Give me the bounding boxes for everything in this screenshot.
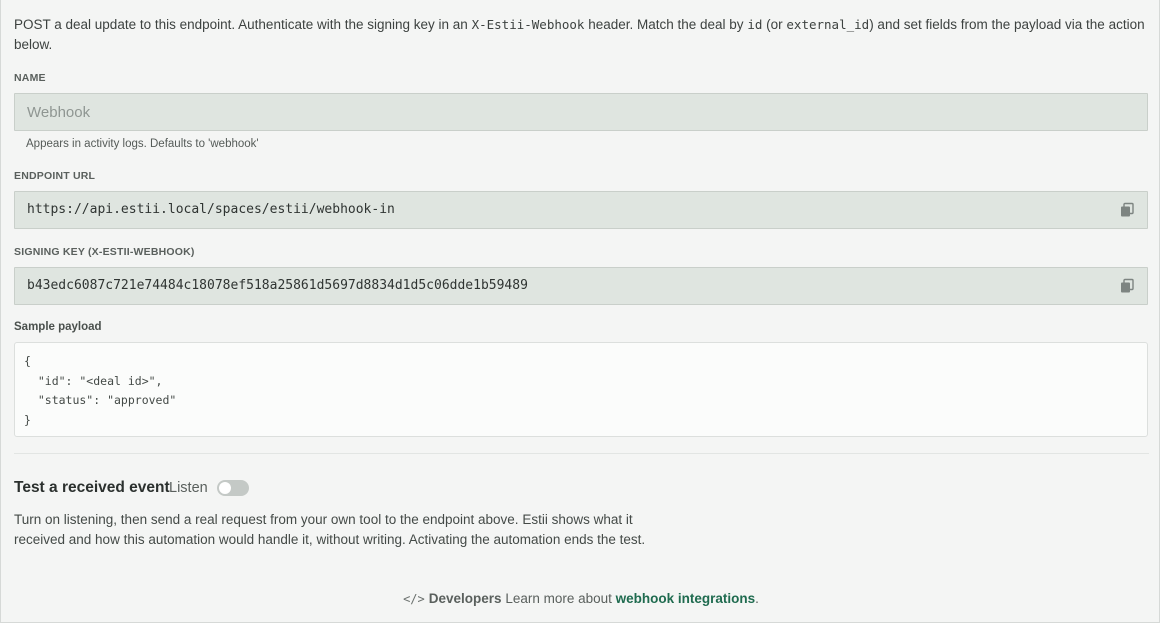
code-icon: </> xyxy=(403,592,425,606)
name-field xyxy=(14,93,1148,131)
endpoint-url-field[interactable]: https://api.estii.local/spaces/estii/web… xyxy=(14,191,1148,229)
developers-footer: </> Developers Learn more about webhook i… xyxy=(1,591,1160,606)
endpoint-url-value: https://api.estii.local/spaces/estii/web… xyxy=(27,202,395,217)
developers-label: Developers xyxy=(428,591,502,606)
footer-text: Learn more about xyxy=(501,591,616,606)
webhook-integrations-link[interactable]: webhook integrations xyxy=(616,591,756,606)
copy-signing-key-button[interactable] xyxy=(1119,278,1135,294)
id-field-code: id xyxy=(747,17,763,32)
section-divider xyxy=(14,453,1149,454)
test-section-title: Test a received event xyxy=(14,479,170,496)
name-label: NAME xyxy=(14,72,46,84)
test-description: Turn on listening, then send a real requ… xyxy=(14,512,646,547)
signing-key-field[interactable]: b43edc6087c721e74484c18078ef518a25861d56… xyxy=(14,267,1148,305)
external-id-field-code: external_id xyxy=(786,17,870,32)
signing-key-label: SIGNING KEY (X-ESTII-WEBHOOK) xyxy=(14,246,195,258)
name-help-text: Appears in activity logs. Defaults to 'w… xyxy=(26,138,259,150)
copy-endpoint-button[interactable] xyxy=(1119,202,1135,218)
name-input[interactable] xyxy=(15,94,1147,130)
listen-toggle[interactable] xyxy=(217,480,249,496)
sample-payload-code: { "id": "<deal id>", "status": "approved… xyxy=(14,342,1148,437)
header-name-code: X-Estii-Webhook xyxy=(471,17,585,32)
copy-icon xyxy=(1121,202,1134,217)
intro-part: (or xyxy=(762,17,787,32)
intro-part: POST a deal update to this endpoint. Aut… xyxy=(14,17,472,32)
signing-key-value: b43edc6087c721e74484c18078ef518a25861d56… xyxy=(27,278,528,293)
listen-label: Listen xyxy=(169,480,208,496)
sample-payload-label: Sample payload xyxy=(14,321,102,333)
toggle-knob xyxy=(219,482,231,494)
copy-icon xyxy=(1121,278,1134,293)
footer-trailing: . xyxy=(755,591,759,606)
intro-part: header. Match the deal by xyxy=(584,17,748,32)
intro-text: POST a deal update to this endpoint. Aut… xyxy=(14,15,1149,55)
endpoint-url-label: ENDPOINT URL xyxy=(14,170,96,182)
webhook-panel: POST a deal update to this endpoint. Aut… xyxy=(0,0,1160,623)
